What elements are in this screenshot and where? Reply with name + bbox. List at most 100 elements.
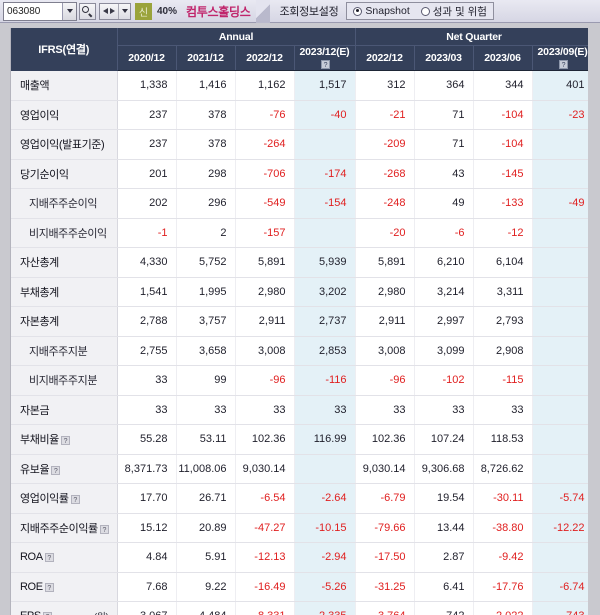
cell-value: -23: [532, 100, 589, 130]
cell-value: 202: [117, 188, 177, 219]
financial-summary-table: IFRS(연결) Annual Net Quarter 2020/12 2021/…: [11, 28, 589, 615]
table-row: 영업이익률? 17.70 26.71 -6.54 -2.64 -6.79 19.54 -30.…: [11, 483, 589, 514]
cell-value: 43: [414, 159, 474, 189]
row-label-비지배주주지분: 비지배주주지분: [11, 365, 118, 396]
cell-value: [532, 542, 589, 573]
table-row: 영업이익(발표기준) 237 378 -264 -209 71 -104: [11, 129, 589, 160]
radio-option-performance-risk[interactable]: 성과 및 위험: [420, 4, 487, 19]
column-header-2023-12-E-[interactable]: 2023/12(E)?: [294, 45, 356, 71]
column-header-2022-12[interactable]: 2022/12: [235, 45, 295, 71]
navigate-group[interactable]: [99, 2, 131, 20]
table-row: 지배주주순이익 202 296 -549 -154 -248 49 -133 -49: [11, 188, 589, 219]
table-row: 비지배주주순이익 -1 2 -157 -20 -6 -12: [11, 218, 589, 248]
row-label-영업이익: 영업이익: [11, 100, 118, 130]
stock-code-input[interactable]: 063080: [4, 2, 62, 20]
cell-value: -2,022: [473, 601, 533, 615]
question-mark-icon[interactable]: ?: [44, 582, 54, 592]
cell-value: [532, 365, 589, 396]
stock-code-dropdown-button[interactable]: [62, 2, 76, 20]
cell-value: [294, 129, 356, 160]
cell-value: -38.80: [473, 513, 533, 543]
question-mark-icon[interactable]: ?: [60, 436, 70, 446]
corner-header: IFRS(연결): [11, 28, 118, 71]
row-label-자본금: 자본금: [11, 395, 118, 425]
cell-value: 5.91: [176, 542, 236, 573]
cell-value: 6.41: [414, 572, 474, 602]
cell-value: 237: [117, 129, 177, 160]
table-row: 지배주주지분 2,755 3,658 3,008 2,853 3,008 3,099 2,90…: [11, 336, 589, 366]
cell-value: -12.22: [532, 513, 589, 543]
row-label-당기순이익: 당기순이익: [11, 159, 118, 189]
cell-value: -2.94: [294, 542, 356, 573]
row-label-영업이익률: 영업이익률?: [11, 483, 118, 514]
cell-value: 2,980: [355, 277, 415, 307]
left-right-arrow-button[interactable]: [100, 4, 118, 19]
cell-value: 99: [176, 365, 236, 396]
column-header-2022-12[interactable]: 2022/12: [355, 45, 415, 71]
cell-value: 20.89: [176, 513, 236, 543]
cell-value: 53.11: [176, 424, 236, 455]
table-row: 자산총계 4,330 5,752 5,891 5,939 5,891 6,210 6,104: [11, 247, 589, 278]
cell-value: -30.11: [473, 483, 533, 514]
cell-value: 2.87: [414, 542, 474, 573]
chevron-down-icon: [121, 9, 128, 13]
cell-value: 3,757: [176, 306, 236, 337]
question-mark-icon[interactable]: ?: [51, 465, 61, 475]
question-mark-icon[interactable]: ?: [321, 60, 330, 69]
radio-selected-icon: [353, 6, 363, 16]
question-mark-icon[interactable]: ?: [44, 553, 54, 563]
search-button[interactable]: [79, 2, 96, 20]
search-icon: [82, 5, 93, 17]
stock-name-label: 컴투스홀딩스: [186, 4, 251, 19]
cell-value: [532, 454, 589, 484]
cell-value: -1: [117, 218, 177, 248]
column-header-2023-06[interactable]: 2023/06: [473, 45, 533, 71]
financial-table-scroll-area[interactable]: IFRS(연결) Annual Net Quarter 2020/12 2021/…: [10, 28, 589, 615]
table-row: 영업이익 237 378 -76 -40 -21 71 -104 -23: [11, 100, 589, 130]
row-label-자본총계: 자본총계: [11, 306, 118, 337]
query-settings-link[interactable]: 조회정보설정: [279, 3, 338, 19]
cell-value: 298: [176, 159, 236, 189]
table-row: 당기순이익 201 298 -706 -174 -268 43 -145: [11, 159, 589, 189]
group-header-annual: Annual: [117, 28, 356, 46]
navigate-dropdown-button[interactable]: [118, 3, 130, 19]
cell-value: -2,335: [294, 601, 356, 615]
cell-value: 7.68: [117, 572, 177, 602]
panel-divider: [256, 0, 271, 23]
column-header-2020-12[interactable]: 2020/12: [117, 45, 177, 71]
column-header-2023-09-E-[interactable]: 2023/09(E)?: [532, 45, 589, 71]
cell-value: 8,371.73: [117, 454, 177, 484]
column-header-2023-03[interactable]: 2023/03: [414, 45, 474, 71]
table-row: 부채총계 1,541 1,995 2,980 3,202 2,980 3,214 3,311: [11, 277, 589, 307]
cell-value: -76: [235, 100, 295, 130]
new-badge[interactable]: 신: [135, 2, 152, 20]
row-label-자산총계: 자산총계: [11, 247, 118, 278]
stock-code-combo[interactable]: 063080: [3, 1, 77, 21]
question-mark-icon[interactable]: ?: [99, 524, 109, 534]
cell-value: 33: [355, 395, 415, 425]
cell-value: 2,853: [294, 336, 356, 366]
right-scrollbar-gutter[interactable]: [588, 28, 600, 615]
question-mark-icon[interactable]: ?: [70, 495, 80, 505]
cell-value: -6.79: [355, 483, 415, 514]
column-header-2021-12[interactable]: 2021/12: [176, 45, 236, 71]
cell-value: -21: [355, 100, 415, 130]
table-row: EPS?(원)3,0674,484-8,331-2,335-3,764742-2…: [11, 601, 589, 615]
cell-value: 2,737: [294, 306, 356, 337]
group-header-row: IFRS(연결) Annual Net Quarter: [11, 28, 589, 71]
cell-value: -12: [473, 218, 533, 248]
cell-value: -145: [473, 159, 533, 189]
cell-value: 2,997: [414, 306, 474, 337]
cell-value: -2.64: [294, 483, 356, 514]
cell-value: 33: [235, 395, 295, 425]
cell-value: 9.22: [176, 572, 236, 602]
cell-value: 71: [414, 129, 474, 160]
zoom-level-label[interactable]: 40%: [157, 6, 177, 17]
question-mark-icon[interactable]: ?: [559, 60, 569, 69]
cell-value: 3,202: [294, 277, 356, 307]
cell-value: 2,911: [235, 306, 295, 337]
radio-option-snapshot[interactable]: Snapshot: [353, 5, 410, 17]
row-label-유보율: 유보율?: [11, 454, 118, 484]
cell-value: 3,008: [235, 336, 295, 366]
table-head: IFRS(연결) Annual Net Quarter 2020/12 2021/…: [11, 28, 589, 71]
